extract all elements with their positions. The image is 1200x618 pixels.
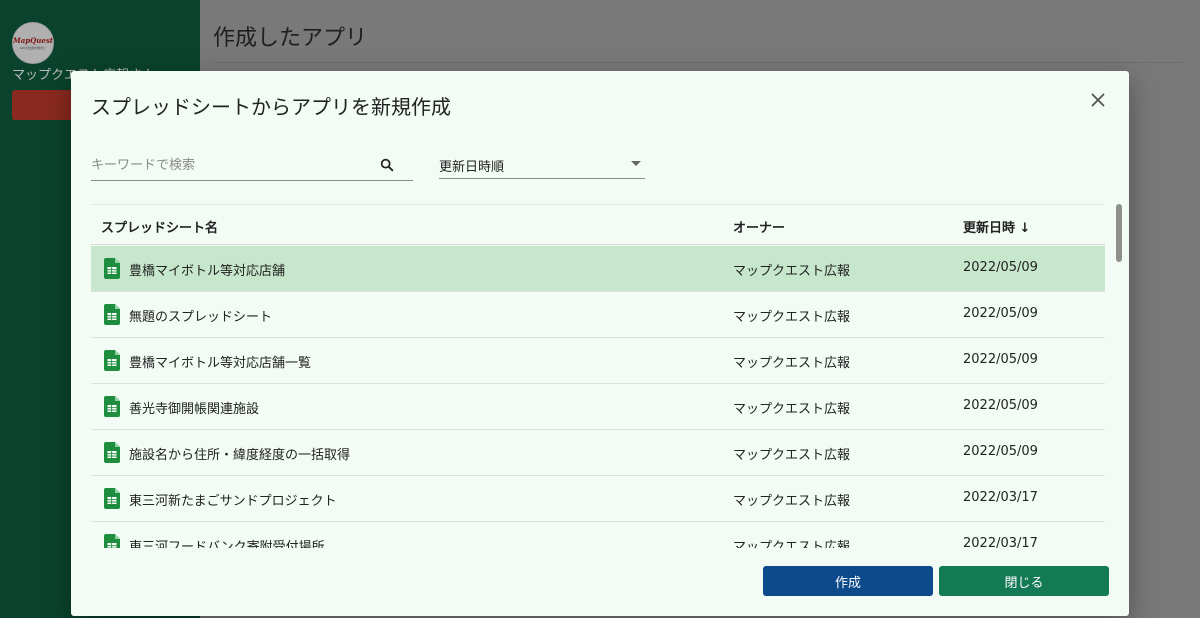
row-updated-date: 2022/05/09 (963, 260, 1038, 275)
row-spreadsheet-name: 東三河フードバンク寄附受付場所 (129, 540, 325, 548)
sort-selected-value: 更新日時順 (439, 160, 505, 175)
row-owner: マップクエスト広報 (733, 494, 851, 509)
table-row[interactable]: 東三河フードバンク寄附受付場所 マップクエスト広報 2022/03/17 (91, 522, 1105, 548)
create-button[interactable]: 作成 (763, 566, 933, 596)
spreadsheet-icon (104, 534, 120, 548)
spreadsheet-icon (104, 442, 120, 463)
row-owner: マップクエスト広報 (733, 402, 851, 417)
row-owner: マップクエスト広報 (733, 540, 851, 548)
column-header-updated[interactable]: 更新日時 ↓ (963, 217, 1030, 236)
table-row[interactable]: 施設名から住所・緯度経度の一括取得 マップクエスト広報 2022/05/09 (91, 430, 1105, 476)
table-header: スプレッドシート名 オーナー 更新日時 ↓ (91, 205, 1105, 245)
search-icon[interactable] (379, 157, 395, 173)
close-icon[interactable] (1087, 89, 1109, 111)
spreadsheet-icon (104, 304, 120, 325)
table-row[interactable]: 善光寺御開帳関連施設 マップクエスト広報 2022/05/09 (91, 384, 1105, 430)
scrollbar-thumb[interactable] (1116, 204, 1122, 262)
row-updated-date: 2022/05/09 (963, 306, 1038, 321)
row-updated-date: 2022/05/09 (963, 352, 1038, 367)
search-field (91, 151, 413, 181)
table-scrollbar[interactable] (1116, 204, 1122, 548)
row-spreadsheet-name: 東三河新たまごサンドプロジェクト (129, 494, 337, 509)
row-updated-date: 2022/05/09 (963, 444, 1038, 459)
row-spreadsheet-name: 豊橋マイボトル等対応店舗一覧 (129, 356, 312, 371)
create-app-dialog: スプレッドシートからアプリを新規作成 更新日時順 スプレッドシート名 オーナー … (71, 71, 1129, 616)
table-row[interactable]: 無題のスプレッドシート マップクエスト広報 2022/05/09 (91, 292, 1105, 338)
row-owner: マップクエスト広報 (733, 310, 851, 325)
spreadsheet-icon (104, 396, 120, 417)
row-spreadsheet-name: 施設名から住所・緯度経度の一括取得 (129, 448, 351, 463)
column-header-owner[interactable]: オーナー (733, 217, 785, 236)
row-owner: マップクエスト広報 (733, 264, 851, 279)
column-header-name[interactable]: スプレッドシート名 (101, 217, 218, 236)
spreadsheet-table: スプレッドシート名 オーナー 更新日時 ↓ 豊橋マイボトル等対応店舗マップクエス… (91, 204, 1105, 548)
chevron-down-icon (631, 161, 641, 166)
spreadsheet-icon (104, 488, 120, 509)
table-row[interactable]: 東三河新たまごサンドプロジェクト マップクエスト広報 2022/03/17 (91, 476, 1105, 522)
row-updated-date: 2022/03/17 (963, 490, 1038, 505)
row-owner: マップクエスト広報 (733, 356, 851, 371)
row-spreadsheet-name: 善光寺御開帳関連施設 (129, 402, 260, 417)
sort-select[interactable]: 更新日時順 (439, 151, 645, 179)
dialog-title: スプレッドシートからアプリを新規作成 (91, 95, 451, 119)
row-updated-date: 2022/03/17 (963, 536, 1038, 548)
spreadsheet-icon (104, 258, 120, 279)
close-button[interactable]: 閉じる (939, 566, 1109, 596)
row-updated-date: 2022/05/09 (963, 398, 1038, 413)
table-body: 豊橋マイボトル等対応店舗 マップクエスト広報 2022/05/09 無題のスプレッドシ… (91, 246, 1105, 548)
table-row[interactable]: 豊橋マイボトル等対応店舗 マップクエスト広報 2022/05/09 (91, 246, 1105, 292)
row-spreadsheet-name: 無題のスプレッドシート (129, 310, 273, 325)
spreadsheet-icon (104, 350, 120, 371)
row-owner: マップクエスト広報 (733, 448, 851, 463)
row-spreadsheet-name: 豊橋マイボトル等対応店舗 (129, 264, 286, 279)
table-row[interactable]: 豊橋マイボトル等対応店舗一覧 マップクエスト広報 2022/05/09 (91, 338, 1105, 384)
search-input[interactable] (91, 151, 381, 179)
